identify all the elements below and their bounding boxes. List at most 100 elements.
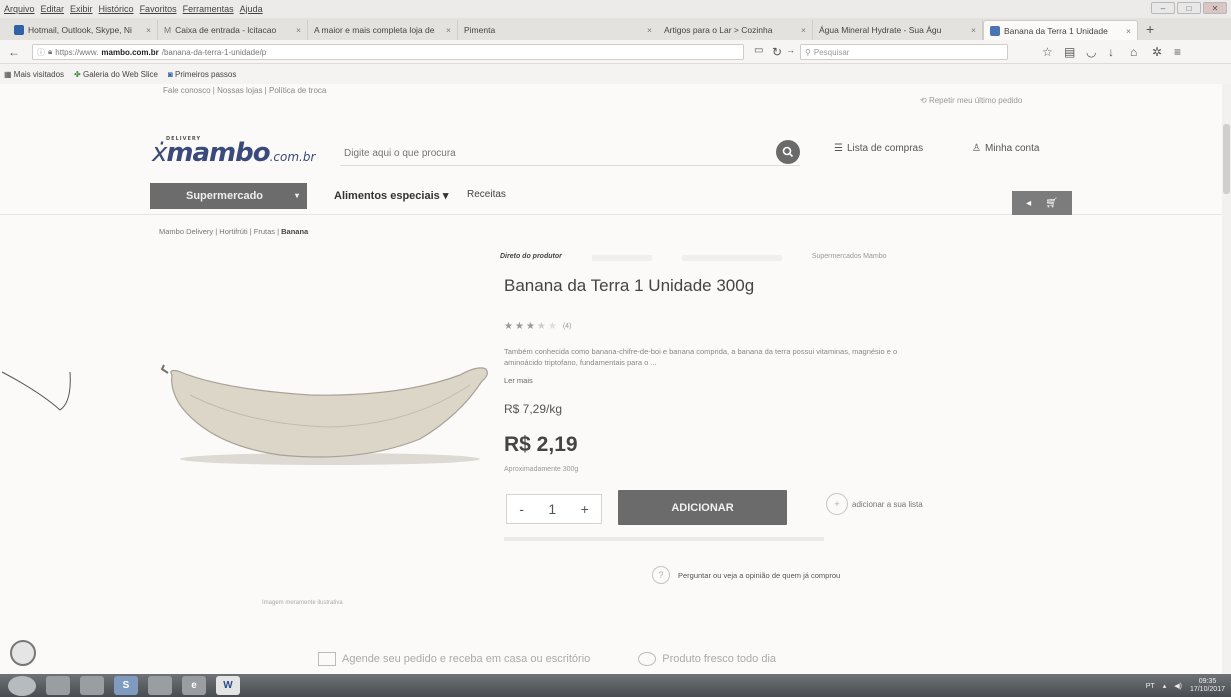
clock[interactable]: 09:35 17/10/2017 xyxy=(1190,678,1225,694)
share-icon[interactable]: ✲ xyxy=(1152,45,1162,59)
list-add-icon: + xyxy=(826,493,848,515)
star-icon: ★ xyxy=(525,321,535,332)
chat-widget-icon[interactable] xyxy=(10,640,36,666)
window-controls: – □ ✕ xyxy=(1151,2,1227,14)
bookmark-primeiros-passos[interactable]: ◙ Primeiros passos xyxy=(168,70,236,79)
close-tab-icon[interactable]: × xyxy=(290,25,301,35)
tab-label: Banana da Terra 1 Unidade xyxy=(1004,25,1108,36)
add-to-cart-button[interactable]: ADICIONAR xyxy=(618,490,787,525)
supermercado-label: Supermercado xyxy=(186,190,264,202)
ask-label: Perguntar ou veja a opinião de quem já c… xyxy=(678,570,841,580)
close-window-button[interactable]: ✕ xyxy=(1203,2,1227,14)
tab-loja[interactable]: A maior e mais completa loja de × xyxy=(308,20,458,40)
top-links[interactable]: Fale conosco | Nossas lojas | Política d… xyxy=(163,86,326,95)
tab-banana-active[interactable]: Banana da Terra 1 Unidade × xyxy=(983,20,1138,40)
price-per-kg: R$ 7,29/kg xyxy=(504,402,563,416)
menu-arquivo[interactable]: Arquivo xyxy=(4,4,35,14)
menu-ferramentas[interactable]: Ferramentas xyxy=(183,4,234,14)
qty-minus-button[interactable]: - xyxy=(519,501,524,517)
reload-icon[interactable]: ↻ xyxy=(772,45,782,59)
close-tab-icon[interactable]: × xyxy=(641,25,652,35)
app-icon[interactable] xyxy=(148,676,172,695)
firefox-icon: ◙ xyxy=(167,69,176,79)
tab-pimenta[interactable]: Pimenta × xyxy=(458,20,658,40)
bookmark-mais-visitados[interactable]: ▦ Mais visitados xyxy=(4,70,64,79)
close-tab-icon[interactable]: × xyxy=(440,25,451,35)
close-tab-icon[interactable]: × xyxy=(965,25,976,35)
menu-historico[interactable]: Histórico xyxy=(99,4,134,14)
product-description: Também conhecida como banana-chifre-de-b… xyxy=(504,347,898,367)
volume-icon[interactable]: ◀) xyxy=(1174,682,1182,690)
new-tab-button[interactable]: + xyxy=(1138,20,1162,40)
bookmark-star-icon[interactable]: ☆ xyxy=(1042,45,1053,59)
word-icon[interactable]: W xyxy=(216,676,240,695)
skype-icon[interactable]: S xyxy=(114,676,138,695)
close-tab-icon[interactable]: × xyxy=(1120,26,1131,36)
tab-agua-mineral[interactable]: Água Mineral Hydrate - Sua Águ × xyxy=(813,20,983,40)
qty-value[interactable]: 1 xyxy=(548,501,556,517)
hamburger-menu-icon[interactable]: ≡ xyxy=(1174,45,1181,59)
tag-direto-produtor: Direto do produtor xyxy=(500,253,562,260)
menu-ajuda[interactable]: Ajuda xyxy=(240,4,263,14)
logo-suffix: .com.br xyxy=(269,150,316,164)
network-icon[interactable]: ▴ xyxy=(1163,682,1167,690)
pocket-icon[interactable]: ◡ xyxy=(1086,45,1096,59)
close-tab-icon[interactable]: × xyxy=(140,25,151,35)
minimize-button[interactable]: – xyxy=(1151,2,1175,14)
cart-toggle[interactable]: ◂ 🛒︎ xyxy=(1012,191,1072,215)
menu-editar[interactable]: Editar xyxy=(41,4,65,14)
search-placeholder: Pesquisar xyxy=(813,47,850,57)
tab-caixa-entrada[interactable]: M Caixa de entrada - lcitacao × xyxy=(158,20,308,40)
web-slice-icon: ✤ xyxy=(74,69,83,79)
ask-review-link[interactable]: ? Perguntar ou veja a opinião de quem já … xyxy=(652,566,840,584)
tab-label: A maior e mais completa loja de xyxy=(314,25,435,35)
read-more-link[interactable]: Ler mais xyxy=(504,376,533,385)
ie-icon[interactable]: e xyxy=(182,676,206,695)
close-tab-icon[interactable]: × xyxy=(795,25,806,35)
mambo-favicon-icon xyxy=(990,25,1000,36)
maximize-button[interactable]: □ xyxy=(1177,2,1201,14)
clipboard-icon[interactable]: ▤ xyxy=(1064,45,1075,59)
add-to-list-link[interactable]: + adicionar a sua lista xyxy=(826,493,923,515)
reader-view-icon[interactable]: ▭ xyxy=(754,45,763,56)
download-icon[interactable]: ↓ xyxy=(1108,45,1114,59)
go-arrow-icon[interactable]: → xyxy=(786,45,795,55)
menu-exibir[interactable]: Exibir xyxy=(70,4,93,14)
tab-artigos-lar[interactable]: Artigos para o Lar > Cozinha × xyxy=(658,20,813,40)
mambo-logo[interactable]: DELIVERY ẋmambo.com.br xyxy=(152,136,316,168)
chat-icon: ? xyxy=(652,566,670,584)
media-icon[interactable] xyxy=(80,676,104,695)
site-search-button[interactable] xyxy=(776,140,800,164)
list-icon: ☰ xyxy=(834,143,843,154)
feature-label: Agende seu pedido e receba em casa ou es… xyxy=(342,652,591,665)
page-scrollbar[interactable] xyxy=(1222,84,1231,674)
breadcrumb-path[interactable]: Mambo Delivery | Hortifrúti | Frutas | xyxy=(159,227,279,236)
explorer-icon[interactable] xyxy=(46,676,70,695)
site-search-input[interactable] xyxy=(344,144,754,162)
logo-main-text: mambo xyxy=(166,138,270,168)
reorder-last-link[interactable]: ⟲ Repetir meu último pedido xyxy=(920,96,1022,105)
start-button[interactable] xyxy=(8,675,36,696)
home-icon[interactable]: ⌂ xyxy=(1130,45,1137,59)
bookmark-web-slice[interactable]: ✤ Galeria do Web Slice xyxy=(74,70,158,79)
my-account-link[interactable]: ♙ Minha conta xyxy=(972,143,1039,154)
breadcrumb-current: Banana xyxy=(281,227,309,236)
menu-favoritos[interactable]: Favoritos xyxy=(140,4,177,14)
alimentos-especiais-menu[interactable]: Alimentos especiais ▾ xyxy=(334,189,448,202)
browser-search-field[interactable]: ⚲ Pesquisar xyxy=(800,44,1008,60)
scrollbar-thumb[interactable] xyxy=(1223,124,1230,194)
rating-stars[interactable]: ★ ★ ★ ★ ★ (4) xyxy=(504,321,571,332)
back-arrow-icon[interactable]: ← xyxy=(8,45,20,59)
tab-bar: Hotmail, Outlook, Skype, Ni × M Caixa de e… xyxy=(0,18,1231,40)
address-bar[interactable]: ⓘ 🔒︎ https://www. mambo.com.br/banana-da-… xyxy=(32,44,744,60)
weight-note: Aproximadamente 300g xyxy=(504,466,579,473)
receitas-link[interactable]: Receitas xyxy=(467,189,506,200)
tab-hotmail[interactable]: Hotmail, Outlook, Skype, Ni × xyxy=(8,20,158,40)
system-tray: PT ▴ ◀) 09:35 17/10/2017 xyxy=(1146,678,1225,694)
my-account-label: Minha conta xyxy=(984,143,1040,154)
breadcrumb[interactable]: Mambo Delivery | Hortifrúti | Frutas | B… xyxy=(159,227,308,236)
shopping-list-link[interactable]: ☰ Lista de compras xyxy=(834,143,923,154)
qty-plus-button[interactable]: + xyxy=(581,501,589,517)
supermercado-menu[interactable]: Supermercado ▾ xyxy=(150,183,307,209)
language-indicator[interactable]: PT xyxy=(1146,683,1155,690)
